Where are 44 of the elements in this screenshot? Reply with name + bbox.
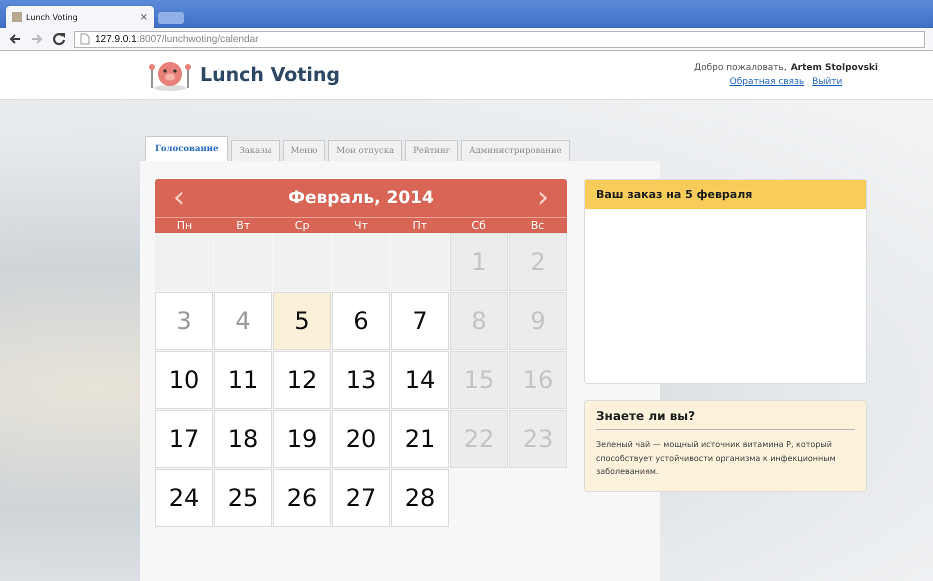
- close-icon[interactable]: ×: [140, 12, 148, 22]
- weekday-label: Пн: [176, 218, 194, 233]
- calendar-day[interactable]: 14: [391, 351, 449, 409]
- weekday-label: Пт: [412, 218, 428, 233]
- back-icon[interactable]: [8, 32, 22, 46]
- weekday-label: Чт: [353, 218, 369, 233]
- calendar-day[interactable]: 25: [214, 469, 272, 527]
- calendar-day[interactable]: 28: [391, 469, 449, 527]
- order-card-title: Ваш заказ на 5 февраля: [585, 180, 866, 209]
- page-icon: [12, 12, 22, 22]
- calendar-day[interactable]: 21: [391, 410, 449, 468]
- weekday-label: Ср: [294, 218, 310, 233]
- reload-icon[interactable]: [52, 32, 66, 46]
- url-text: 127.9.0.1:8007/lunchwoting/calendar: [95, 34, 258, 44]
- calendar-day[interactable]: 27: [332, 469, 390, 527]
- fact-text: Зеленый чай — мощный источник витамина Р, который способствует устойчивости организма к инфекционным заболеваниям.: [596, 439, 837, 478]
- month-title: Февраль, 2014: [288, 188, 434, 208]
- calendar-day[interactable]: 7: [391, 292, 449, 350]
- address-field[interactable]: 127.9.0.1:8007/lunchwoting/calendar: [74, 30, 925, 48]
- welcome-text: Добро пожаловать,: [694, 63, 787, 73]
- page-icon: [80, 33, 90, 45]
- calendar-day[interactable]: 6: [332, 292, 390, 350]
- calendar-day[interactable]: 19: [273, 410, 331, 468]
- calendar-day[interactable]: 13: [332, 351, 390, 409]
- calendar-day[interactable]: 12: [273, 351, 331, 409]
- user-name: Artem Stolpovski: [790, 63, 878, 73]
- weekday-label: Вт: [235, 218, 252, 233]
- browser-tab[interactable]: Lunch Voting ×: [6, 6, 154, 28]
- weekday-label: Сб: [470, 218, 487, 233]
- site-title: Lunch Voting: [200, 64, 340, 86]
- tab-title: Lunch Voting: [26, 12, 79, 22]
- calendar-day[interactable]: 26: [273, 469, 331, 527]
- calendar-day[interactable]: 18: [214, 410, 272, 468]
- calendar-day[interactable]: 20: [332, 410, 390, 468]
- calendar-day[interactable]: 24: [155, 469, 213, 527]
- header-link[interactable]: Выйти: [812, 77, 842, 87]
- calendar-day[interactable]: 17: [155, 410, 213, 468]
- header-link[interactable]: Обратная связь: [730, 77, 804, 87]
- weekday-label: Вс: [530, 218, 546, 233]
- calendar-day[interactable]: 10: [155, 351, 213, 409]
- nav-tab[interactable]: Голосование: [145, 136, 228, 161]
- fact-title: Знаете ли вы?: [596, 409, 855, 430]
- calendar-day[interactable]: 11: [214, 351, 272, 409]
- calendar-day[interactable]: 5: [273, 292, 331, 350]
